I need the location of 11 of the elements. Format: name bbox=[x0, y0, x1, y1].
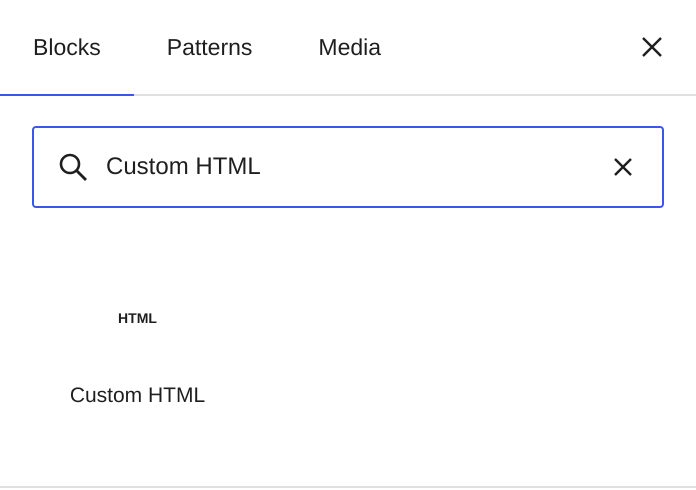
close-icon bbox=[613, 157, 633, 177]
search-input[interactable]: Custom HTML bbox=[106, 149, 608, 185]
close-icon bbox=[641, 36, 663, 58]
tab[interactable]: Media bbox=[285, 0, 414, 96]
tab[interactable]: Blocks bbox=[0, 0, 134, 96]
block-label: Custom HTML bbox=[70, 383, 206, 409]
search-field[interactable]: Custom HTML bbox=[32, 126, 664, 208]
block-icon: HTML bbox=[118, 308, 157, 332]
tab[interactable]: Patterns bbox=[134, 0, 286, 96]
search-icon bbox=[58, 152, 88, 182]
block-item[interactable]: HTML Custom HTML bbox=[40, 308, 235, 412]
